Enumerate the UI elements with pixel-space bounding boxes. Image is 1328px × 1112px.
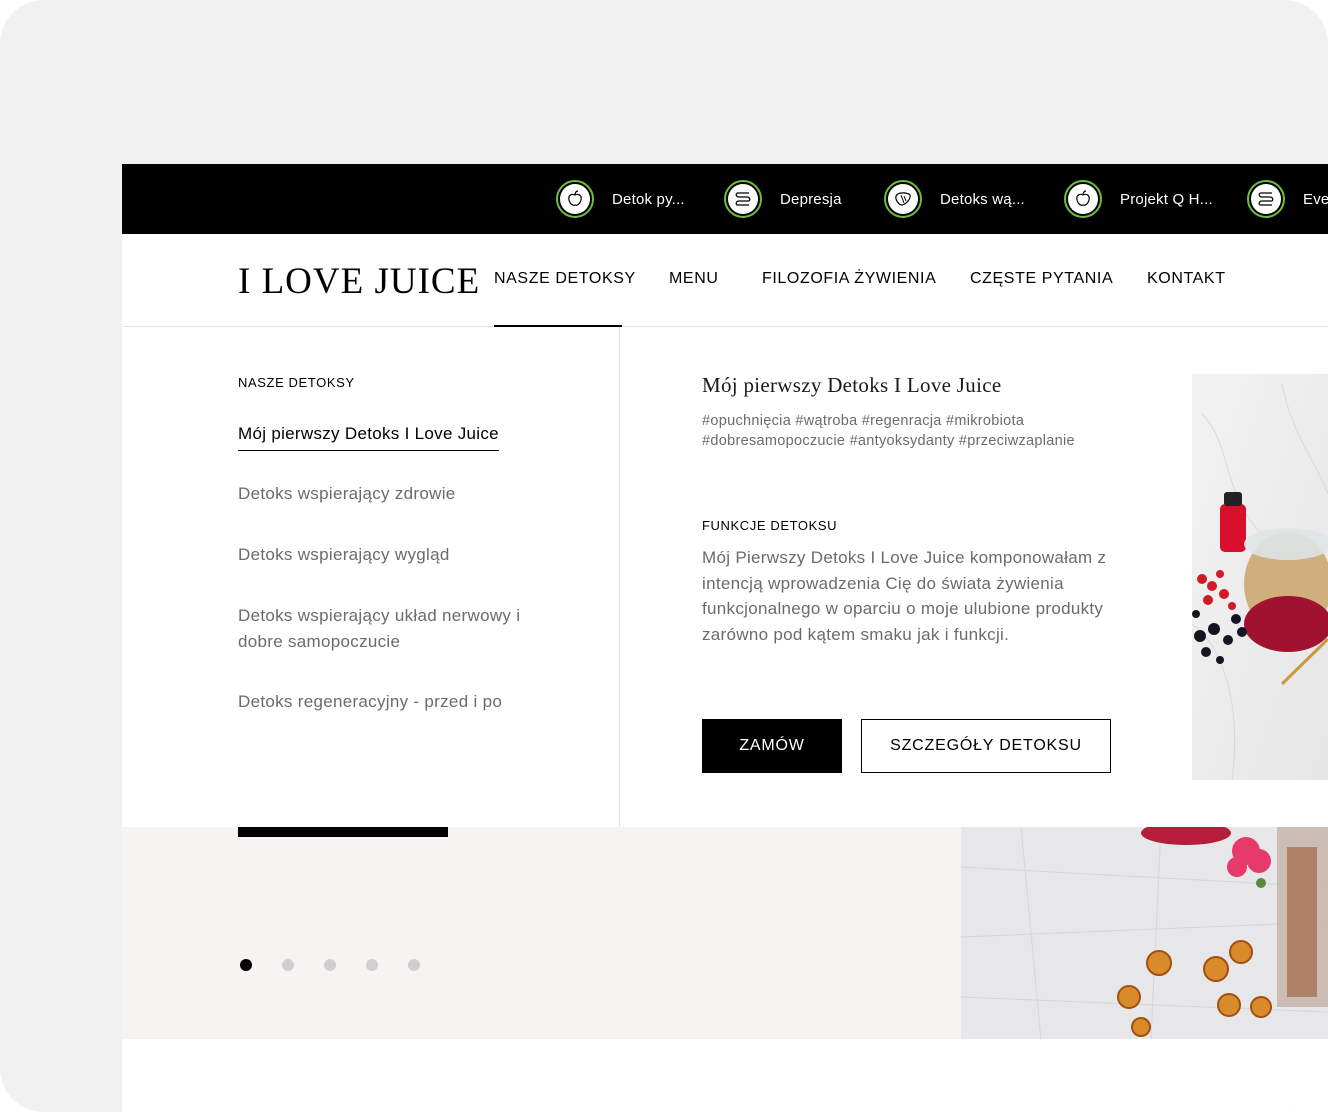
active-item-underline [238, 450, 499, 451]
slider-dot-3[interactable] [324, 959, 336, 971]
slider-dot-2[interactable] [282, 959, 294, 971]
browser-frame: Detok py... Depresja Detoks wą... Projek… [0, 0, 1328, 1112]
website: Detok py... Depresja Detoks wą... Projek… [122, 164, 1328, 1112]
chip-icon-ring [1064, 180, 1102, 218]
apple-icon [1076, 190, 1090, 206]
slider-dots [240, 959, 420, 971]
mega-menu-dropdown: NASZE DETOKSY Mój pierwszy Detoks I Love… [122, 327, 1328, 827]
detail-tags: #opuchnięcia #wątroba #regenracja #mikro… [702, 413, 1075, 449]
detox-details-button[interactable]: SZCZEGÓŁY DETOKSU [861, 719, 1111, 773]
slider-dot-5[interactable] [408, 959, 420, 971]
detox-item-health[interactable]: Detoks wspierający zdrowie [238, 481, 456, 507]
chip-label: Depresja [780, 190, 842, 208]
detox-item-appearance[interactable]: Detoks wspierający wygląd [238, 542, 450, 568]
function-heading: FUNKCJE DETOKSU [702, 518, 838, 533]
chip-detox-1[interactable]: Detok py... [556, 178, 685, 220]
liver-icon [895, 192, 911, 206]
chip-label: Eve [1303, 190, 1328, 208]
chip-icon-ring [884, 180, 922, 218]
hero-slider [122, 827, 1328, 1039]
detail-title: Mój pierwszy Detoks I Love Juice [702, 373, 1002, 397]
dropdown-heading: NASZE DETOKSY [238, 375, 355, 390]
nav-nasze-detoksy[interactable]: NASZE DETOKSY [494, 270, 636, 288]
detox-item-label: Mój pierwszy Detoks I Love Juice [238, 424, 499, 443]
detox-product-photo [1192, 374, 1328, 780]
slider-dot-1[interactable] [240, 959, 252, 971]
nav-filozofia-zywienia[interactable]: FILOZOFIA ŻYWIENIA [762, 270, 936, 288]
intestine-icon [1258, 192, 1274, 206]
site-logo[interactable]: I LOVE JUICE [238, 260, 480, 303]
function-description: Mój Pierwszy Detoks I Love Juice kompono… [702, 548, 1107, 644]
site-header: I LOVE JUICE NASZE DETOKSY MENU FILOZOFI… [122, 234, 1328, 327]
slider-dot-4[interactable] [366, 959, 378, 971]
chip-label: Detok py... [612, 190, 685, 208]
chip-label: Detoks wą... [940, 190, 1025, 208]
nav-kontakt[interactable]: KONTAKT [1147, 270, 1226, 288]
featured-detox-bar: Detok py... Depresja Detoks wą... Projek… [122, 164, 1328, 234]
hero-cta-bar[interactable] [238, 827, 448, 837]
chip-detox-4[interactable]: Projekt Q H... [1064, 178, 1213, 220]
chip-detox-3[interactable]: Detoks wą... [884, 178, 1025, 220]
nav-menu[interactable]: MENU [669, 270, 719, 288]
chip-icon-ring [556, 180, 594, 218]
detox-item-nervous-system[interactable]: Detoks wspierający układ nerwowy i dobre… [238, 603, 548, 655]
chip-detox-5[interactable]: Eve [1247, 178, 1328, 220]
chip-icon-ring [724, 180, 762, 218]
chip-icon-ring [1247, 180, 1285, 218]
order-button[interactable]: ZAMÓW [702, 719, 842, 773]
apple-icon [568, 190, 582, 206]
nav-czeste-pytania[interactable]: CZĘSTE PYTANIA [970, 270, 1113, 288]
chip-detox-2[interactable]: Depresja [724, 178, 842, 220]
intestine-icon [735, 192, 751, 206]
detox-item-regeneration[interactable]: Detoks regeneracyjny - przed i po [238, 689, 502, 715]
panel-divider [619, 327, 620, 827]
hero-photo [961, 827, 1328, 1039]
chip-label: Projekt Q H... [1120, 190, 1213, 208]
detox-item-first[interactable]: Mój pierwszy Detoks I Love Juice [238, 421, 499, 451]
